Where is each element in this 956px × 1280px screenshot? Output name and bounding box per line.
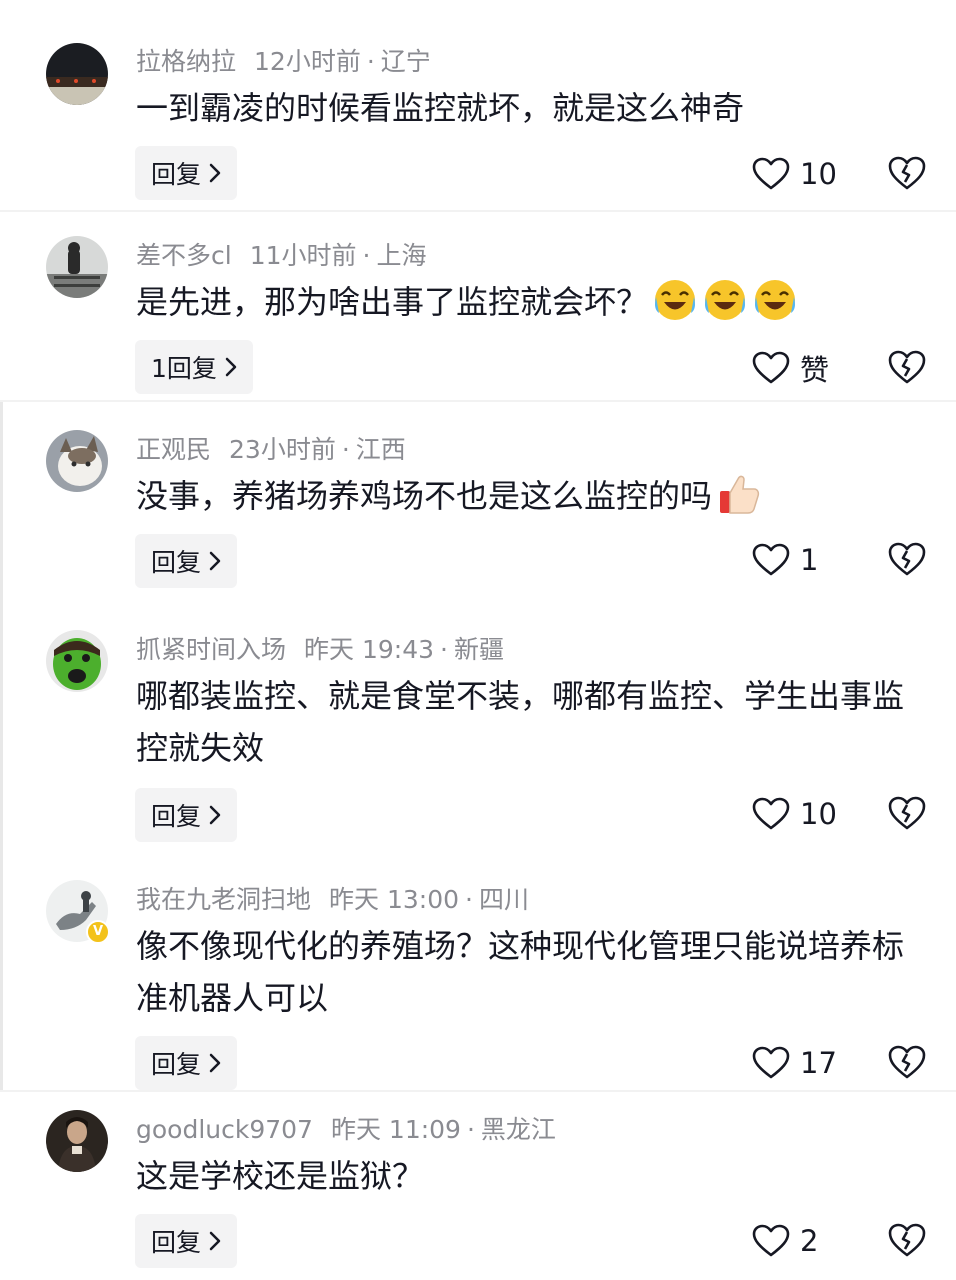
- location: 江西: [355, 435, 406, 464]
- like-button[interactable]: 10: [752, 154, 837, 194]
- reply-button[interactable]: 回复: [135, 146, 238, 200]
- comment-text: 没事，养猪场养鸡场不也是这么监控的吗: [136, 470, 926, 522]
- comment-item: 差不多cl 11小时前 · 上海 是先进，那为啥出事了监控就会坏？ 1回复 赞: [0, 210, 956, 400]
- heart-icon: [752, 1224, 790, 1257]
- username[interactable]: 抓紧时间入场: [136, 635, 286, 664]
- separator: ·: [366, 47, 375, 76]
- reply-button[interactable]: 回复: [135, 534, 238, 588]
- broken-heart-icon[interactable]: [888, 1222, 926, 1258]
- location: 新疆: [453, 635, 504, 664]
- username[interactable]: 我在九老洞扫地: [136, 885, 311, 914]
- chevron-right-icon: [209, 551, 221, 571]
- comment-meta: goodluck9707 昨天 11:09 · 黑龙江: [136, 1110, 556, 1146]
- reply-button[interactable]: 回复: [135, 788, 238, 842]
- reply-button[interactable]: 回复: [135, 1214, 238, 1268]
- comment-text: 是先进，那为啥出事了监控就会坏？: [136, 276, 926, 328]
- reply-button[interactable]: 1回复: [135, 340, 253, 394]
- avatar[interactable]: [46, 1110, 108, 1172]
- broken-heart-icon[interactable]: [888, 349, 926, 385]
- comment-text: 像不像现代化的养殖场？这种现代化管理只能说培养标准机器人可以: [136, 927, 905, 1017]
- comment-meta: 差不多cl 11小时前 · 上海: [136, 236, 426, 272]
- separator: ·: [362, 241, 371, 270]
- username[interactable]: goodluck9707: [136, 1115, 313, 1144]
- reply-label: 回复: [151, 160, 202, 189]
- separator: ·: [466, 1115, 475, 1144]
- chevron-right-icon: [209, 163, 221, 183]
- broken-heart-icon[interactable]: [888, 155, 926, 191]
- like-count: 2: [800, 1224, 819, 1258]
- reply-label: 回复: [151, 548, 202, 577]
- heart-icon: [752, 157, 790, 190]
- like-count: 赞: [800, 353, 830, 387]
- avatar[interactable]: [46, 236, 108, 298]
- chevron-right-icon: [209, 1053, 221, 1073]
- timestamp: 昨天 13:00: [329, 885, 460, 914]
- heart-icon: [752, 797, 790, 830]
- comment-item: 正观民 23小时前 · 江西 没事，养猪场养鸡场不也是这么监控的吗 回复 1: [0, 400, 956, 600]
- heart-icon: [752, 543, 790, 576]
- username[interactable]: 拉格纳拉: [136, 47, 236, 76]
- broken-heart-icon[interactable]: [888, 541, 926, 577]
- separator: ·: [341, 435, 350, 464]
- timestamp: 11小时前: [249, 241, 357, 270]
- broken-heart-icon[interactable]: [888, 1044, 926, 1080]
- like-button[interactable]: 17: [752, 1043, 837, 1083]
- username[interactable]: 差不多cl: [136, 241, 232, 270]
- comment-text: 这是学校还是监狱？: [136, 1157, 425, 1195]
- reply-label: 回复: [151, 1050, 202, 1079]
- timestamp: 昨天 19:43: [304, 635, 435, 664]
- reply-button[interactable]: 回复: [135, 1036, 238, 1090]
- reply-label: 回复: [151, 1228, 202, 1257]
- laugh-cry-emoji-icon: [755, 280, 796, 320]
- comment-meta: 正观民 23小时前 · 江西: [136, 430, 406, 466]
- thumbs-up-emoji-icon: [720, 475, 760, 514]
- like-count: 10: [800, 157, 837, 191]
- like-count: 10: [800, 797, 837, 831]
- username[interactable]: 正观民: [136, 435, 211, 464]
- comment-meta: 抓紧时间入场 昨天 19:43 · 新疆: [136, 630, 504, 666]
- avatar[interactable]: [46, 430, 108, 492]
- like-count: 1: [800, 543, 819, 577]
- timestamp: 12小时前: [254, 47, 361, 76]
- comment-item: V 我在九老洞扫地 昨天 13:00 · 四川 像不像现代化的养殖场？这种现代化管理只…: [0, 850, 956, 1090]
- verified-badge: V: [86, 920, 110, 944]
- separator: ·: [465, 885, 473, 914]
- chevron-right-icon: [209, 805, 221, 825]
- comment-text: 一到霸凌的时候看监控就坏，就是这么神奇: [136, 89, 745, 127]
- heart-icon: [752, 1046, 790, 1079]
- timestamp: 昨天 11:09: [330, 1115, 461, 1144]
- laugh-cry-emoji-icon: [705, 280, 746, 320]
- chevron-right-icon: [209, 1231, 221, 1251]
- location: 黑龙江: [480, 1115, 556, 1144]
- avatar[interactable]: [46, 43, 108, 105]
- heart-icon: [752, 351, 790, 384]
- like-button[interactable]: 10: [752, 794, 837, 834]
- chevron-right-icon: [225, 357, 237, 377]
- comment-meta: 拉格纳拉 12小时前 · 辽宁: [136, 42, 431, 78]
- broken-heart-icon[interactable]: [888, 795, 926, 831]
- comment-meta: 我在九老洞扫地 昨天 13:00 · 四川: [136, 880, 529, 916]
- comment-item: 拉格纳拉 12小时前 · 辽宁 一到霸凌的时候看监控就坏，就是这么神奇 回复 10: [0, 0, 956, 210]
- location: 四川: [478, 885, 529, 914]
- comment-text: 哪都装监控、就是食堂不装，哪都有监控、学生出事监控就失效: [136, 677, 905, 767]
- like-button[interactable]: 1: [752, 540, 818, 580]
- comment-item: goodluck9707 昨天 11:09 · 黑龙江 这是学校还是监狱？ 回复 2: [0, 1092, 956, 1280]
- laugh-cry-emoji-icon: [655, 280, 696, 320]
- like-button[interactable]: 2: [752, 1221, 818, 1261]
- location: 辽宁: [380, 47, 431, 76]
- reply-label: 回复: [151, 802, 202, 831]
- like-button[interactable]: 赞: [752, 348, 829, 388]
- location: 上海: [376, 241, 427, 270]
- timestamp: 23小时前: [229, 435, 336, 464]
- comment-item: 抓紧时间入场 昨天 19:43 · 新疆 哪都装监控、就是食堂不装，哪都有监控、学生出…: [0, 600, 956, 850]
- reply-label: 1回复: [151, 354, 217, 383]
- avatar[interactable]: [46, 630, 108, 692]
- like-count: 17: [800, 1046, 837, 1080]
- separator: ·: [440, 635, 448, 664]
